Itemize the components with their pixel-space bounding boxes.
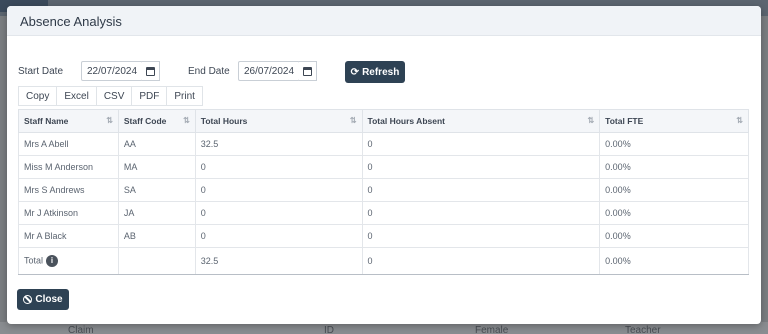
table-header-row: Staff Name ⇅ Staff Code ⇅ Total Hours ⇅ Tot… [18,109,749,133]
refresh-icon: ⟳ [350,66,360,78]
cell-staff-name: Mr A Black [18,224,119,248]
col-header-staff-name[interactable]: Staff Name ⇅ [18,109,119,133]
cell-staff-code: AA [117,132,196,156]
col-header-total-fte[interactable]: Total FTE ⇅ [599,109,749,133]
cell-staff-code: SA [117,178,196,202]
ban-icon [23,295,33,304]
col-header-total-hours-absent[interactable]: Total Hours Absent ⇅ [361,109,601,133]
bg-col-teacher: Teacher [625,325,661,334]
cell-total-hours-absent: 0 [361,155,601,179]
absence-table: Staff Name ⇅ Staff Code ⇅ Total Hours ⇅ Tot… [18,109,749,275]
pdf-button[interactable]: PDF [131,86,167,106]
copy-button[interactable]: Copy [18,86,57,106]
bg-col-id: ID [324,325,334,334]
date-filter-row: Start Date 22/07/2024 End Date 26/07/202… [7,61,761,85]
total-label: Total [24,255,44,266]
bg-col-claim: Claim [68,325,94,334]
cell-total-hours: 0 [194,155,363,179]
start-date-calendar-button[interactable] [142,61,160,81]
header-label: Total Hours [200,116,248,126]
cell-staff-name: Mrs S Andrews [18,178,119,202]
refresh-button[interactable]: ⟳ Refresh [345,61,405,83]
cell-total-hours: 0 [194,224,363,248]
modal-title: Absence Analysis [20,14,122,29]
table-row: Mr J Atkinson JA 0 0 0.00% [18,201,749,225]
csv-button[interactable]: CSV [95,86,132,106]
start-date-label: Start Date [18,66,64,77]
cell-total-fte: 0.00% [599,132,749,156]
table-row: Mr A Black AB 0 0 0.00% [18,224,749,248]
refresh-label: Refresh [362,66,400,78]
cell-staff-code: JA [117,201,196,225]
start-date-input[interactable]: 22/07/2024 [81,61,143,81]
cell-total-hours: 0 [194,178,363,202]
cell-staff-code: MA [117,155,196,179]
sort-icon: ⇅ [349,116,357,125]
info-icon[interactable]: i [46,255,59,267]
header-label: Total Hours Absent [367,116,445,126]
total-hours-absent: 0 [361,247,601,275]
calendar-icon [303,67,312,76]
excel-button[interactable]: Excel [56,86,96,106]
sort-icon: ⇅ [736,116,743,125]
sort-icon: ⇅ [587,116,595,125]
col-header-total-hours[interactable]: Total Hours ⇅ [194,109,363,133]
cell-total-fte: 0.00% [599,201,749,225]
cell-total-hours-absent: 0 [361,224,601,248]
cell-staff-name: Mr J Atkinson [18,201,119,225]
end-date-label: End Date [188,66,230,77]
table-row: Mrs S Andrews SA 0 0 0.00% [18,178,749,202]
cell-total-hours-absent: 0 [361,178,601,202]
total-staff-code [117,247,196,275]
cell-total-hours: 0 [194,201,363,225]
close-button[interactable]: Close [17,289,69,310]
col-header-staff-code[interactable]: Staff Code ⇅ [117,109,196,133]
table-row: Miss M Anderson MA 0 0 0.00% [18,155,749,179]
print-button[interactable]: Print [166,86,203,106]
cell-staff-code: AB [117,224,196,248]
header-label: Staff Code [123,116,167,126]
cell-total-hours-absent: 0 [361,132,601,156]
cell-staff-name: Miss M Anderson [18,155,119,179]
close-label: Close [35,294,63,305]
header-label: Staff Name [24,116,69,126]
bg-col-female: Female [475,325,509,334]
total-fte: 0.00% [599,247,749,275]
cell-staff-name: Mrs A Abell [18,132,119,156]
total-hours: 32.5 [194,247,363,275]
modal-header: Absence Analysis [7,6,761,36]
end-date-calendar-button[interactable] [299,61,317,81]
end-date-input[interactable]: 26/07/2024 [238,61,300,81]
calendar-icon [146,67,155,76]
cell-total-hours: 32.5 [194,132,363,156]
table-total-row: Total i 32.5 0 0.00% [18,247,749,275]
header-label: Total FTE [605,116,644,126]
absence-analysis-modal: Absence Analysis Start Date 22/07/2024 E… [7,6,761,324]
table-row: Mrs A Abell AA 32.5 0 0.00% [18,132,749,156]
total-label-cell: Total i [18,247,119,275]
sort-icon: ⇅ [106,116,113,125]
export-button-group: Copy Excel CSV PDF Print [18,86,203,106]
cell-total-fte: 0.00% [599,224,749,248]
cell-total-hours-absent: 0 [361,201,601,225]
sort-icon: ⇅ [183,116,190,125]
cell-total-fte: 0.00% [599,155,749,179]
cell-total-fte: 0.00% [599,178,749,202]
